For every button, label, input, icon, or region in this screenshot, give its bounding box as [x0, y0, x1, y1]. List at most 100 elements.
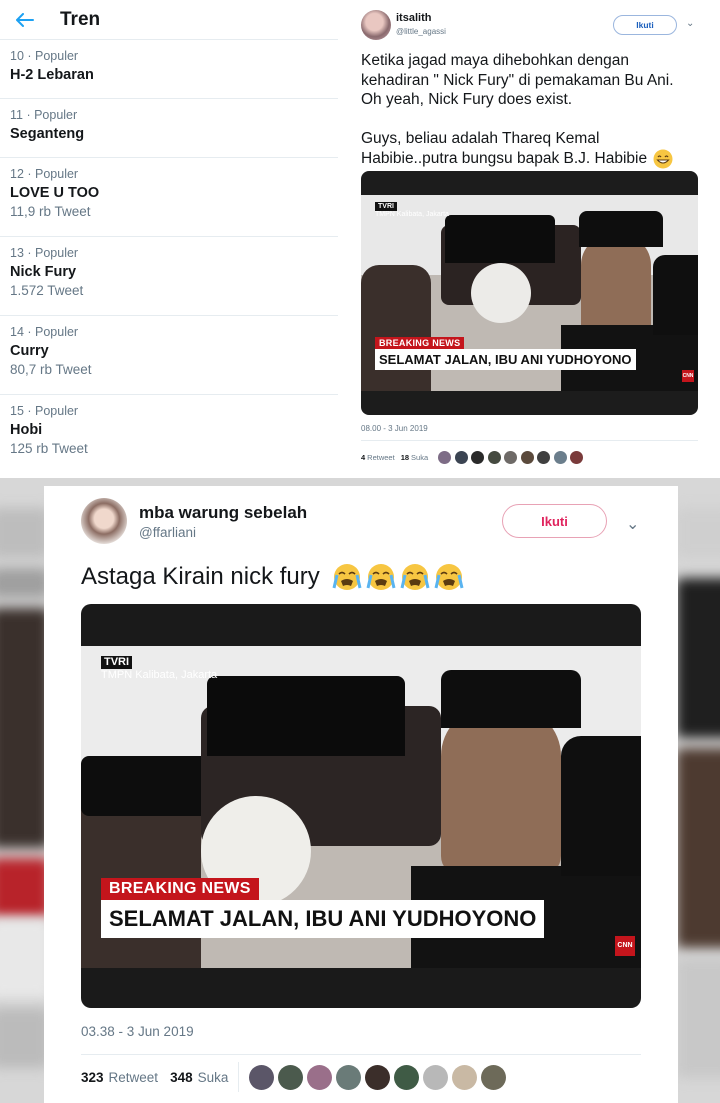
- crying-emoji-icon: [400, 564, 430, 590]
- cnn-logo: CNN: [682, 370, 694, 382]
- user-name[interactable]: mba warung sebelah: [139, 503, 307, 523]
- avatar[interactable]: [81, 498, 127, 544]
- trend-count: 80,7 rb Tweet: [10, 362, 92, 377]
- like-label[interactable]: Suka: [411, 453, 428, 462]
- avatar[interactable]: [394, 1064, 420, 1090]
- avatar[interactable]: [553, 451, 567, 464]
- trend-item[interactable]: 15 · Populer Hobi 125 rb Tweet: [0, 395, 338, 474]
- trend-item[interactable]: 10 · Populer H-2 Lebaran: [0, 40, 338, 99]
- news-frame: TVRI TMPN Kalibata, Jakarta BREAKING NEW…: [361, 195, 698, 391]
- avatar[interactable]: [336, 1064, 362, 1090]
- tweet-media-image[interactable]: TVRI TMPN Kalibata, Jakarta BREAKING NEW…: [81, 604, 641, 1008]
- like-count[interactable]: 348: [170, 1070, 193, 1085]
- user-name[interactable]: itsalith: [396, 12, 431, 24]
- like-label[interactable]: Suka: [198, 1070, 229, 1085]
- trend-name: Nick Fury: [10, 264, 77, 280]
- retweet-count[interactable]: 323: [81, 1070, 104, 1085]
- avatar[interactable]: [423, 1064, 449, 1090]
- avatar[interactable]: [570, 451, 584, 464]
- avatar[interactable]: [307, 1064, 333, 1090]
- tweet-timestamp[interactable]: 08.00 - 3 Jun 2019: [361, 424, 428, 433]
- trend-name: H-2 Lebaran: [10, 67, 94, 83]
- chevron-down-icon[interactable]: ⌄: [686, 18, 694, 29]
- crying-emoji-icon: [366, 564, 396, 590]
- avatar[interactable]: [487, 451, 501, 464]
- crying-emoji-icon: [332, 564, 362, 590]
- tweet-text: Ketika jagad maya dihebohkan dengan keha…: [361, 51, 711, 169]
- tweet-text-content: Astaga Kirain nick fury: [81, 563, 320, 590]
- back-arrow-icon[interactable]: [12, 7, 38, 33]
- location-label: TMPN Kalibata, Jakarta: [101, 669, 218, 681]
- avatar[interactable]: [481, 1064, 507, 1090]
- tweet-text-line: kehadiran " Nick Fury" di pemakaman Bu A…: [361, 71, 674, 89]
- tweet-timestamp[interactable]: 03.38 - 3 Jun 2019: [81, 1024, 194, 1039]
- follow-button[interactable]: Ikuti: [502, 504, 607, 538]
- liker-avatars: [438, 451, 587, 464]
- trend-rank: 13 · Populer: [10, 246, 79, 260]
- divider: [238, 1062, 240, 1092]
- avatar[interactable]: [452, 1064, 478, 1090]
- trend-name: Seganteng: [10, 126, 85, 142]
- avatar[interactable]: [365, 1064, 391, 1090]
- user-handle[interactable]: @little_agassi: [396, 27, 446, 36]
- tweet-card-main: mba warung sebelah @ffarliani Ikuti ⌄ As…: [44, 486, 678, 1103]
- trend-rank: 15 · Populer: [10, 404, 79, 418]
- avatar[interactable]: [504, 451, 518, 464]
- retweet-label[interactable]: Retweet: [367, 453, 395, 462]
- tweet-text-line: Guys, beliau adalah Thareq Kemal: [361, 130, 600, 147]
- trend-count: 11,9 rb Tweet: [10, 204, 91, 219]
- tweet-media-image[interactable]: TVRI TMPN Kalibata, Jakarta BREAKING NEW…: [361, 171, 698, 415]
- liker-avatars: [249, 1064, 510, 1090]
- trend-item[interactable]: 13 · Populer Nick Fury 1.572 Tweet: [0, 237, 338, 316]
- news-headline: SELAMAT JALAN, IBU ANI YUDHOYONO: [101, 900, 545, 938]
- trend-rank: 12 · Populer: [10, 167, 79, 181]
- tweet-text: Astaga Kirain nick fury: [81, 562, 464, 592]
- avatar[interactable]: [438, 451, 452, 464]
- divider: [81, 1054, 641, 1055]
- trend-item[interactable]: 12 · Populer LOVE U TOO 11,9 rb Tweet: [0, 158, 338, 237]
- divider: [361, 440, 698, 441]
- breaking-news-label: BREAKING NEWS: [101, 878, 259, 900]
- grinning-emoji-icon: [653, 149, 673, 168]
- trend-name: Hobi: [10, 422, 43, 438]
- location-label: TMPN Kalibata, Jakarta: [375, 211, 449, 218]
- trends-title: Tren: [60, 8, 101, 30]
- avatar[interactable]: [454, 451, 468, 464]
- cnn-logo: CNN: [615, 936, 635, 956]
- chevron-down-icon[interactable]: ⌄: [626, 514, 639, 534]
- tweet-stats: 4 Retweet 18 Suka: [361, 451, 587, 464]
- tweet-text-line: Ketika jagad maya dihebohkan dengan: [361, 52, 630, 69]
- tweet-stats: 323 Retweet 348 Suka: [81, 1062, 510, 1092]
- trend-name: LOVE U TOO: [10, 185, 100, 201]
- crying-emoji-icon: [434, 564, 464, 590]
- avatar[interactable]: [537, 451, 551, 464]
- trend-rank: 14 · Populer: [10, 325, 79, 339]
- trend-count: 1.572 Tweet: [10, 283, 84, 298]
- trend-count: 125 rb Tweet: [10, 441, 88, 456]
- avatar[interactable]: [249, 1064, 275, 1090]
- retweet-label[interactable]: Retweet: [109, 1070, 159, 1085]
- trends-header: Tren: [0, 0, 338, 40]
- trends-panel: Tren 10 · Populer H-2 Lebaran 11 · Popul…: [0, 0, 338, 478]
- trend-item[interactable]: 14 · Populer Curry 80,7 rb Tweet: [0, 316, 338, 395]
- tweet-text-line: Oh yeah, Nick Fury does exist.: [361, 91, 573, 108]
- tweet-text-line: Habibie..putra bungsu bapak B.J. Habibie: [361, 149, 648, 167]
- follow-button[interactable]: Ikuti: [613, 15, 677, 35]
- tweet-card-small: itsalith @little_agassi Ikuti ⌄ Ketika j…: [348, 0, 720, 478]
- like-count[interactable]: 18: [401, 453, 409, 462]
- avatar[interactable]: [471, 451, 485, 464]
- trend-name: Curry: [10, 343, 49, 359]
- trend-rank: 11 · Populer: [10, 108, 78, 122]
- news-headline: SELAMAT JALAN, IBU ANI YUDHOYONO: [375, 349, 636, 370]
- avatar[interactable]: [361, 10, 391, 40]
- channel-label: TVRI: [375, 202, 397, 211]
- avatar[interactable]: [278, 1064, 304, 1090]
- avatar[interactable]: [520, 451, 534, 464]
- channel-label: TVRI: [101, 656, 133, 669]
- trend-item[interactable]: 11 · Populer Seganteng: [0, 99, 338, 158]
- user-handle[interactable]: @ffarliani: [139, 525, 196, 540]
- retweet-count[interactable]: 4: [361, 453, 365, 462]
- trend-rank: 10 · Populer: [10, 49, 79, 63]
- news-frame: TVRI TMPN Kalibata, Jakarta BREAKING NEW…: [81, 646, 641, 968]
- breaking-news-label: BREAKING NEWS: [375, 337, 465, 349]
